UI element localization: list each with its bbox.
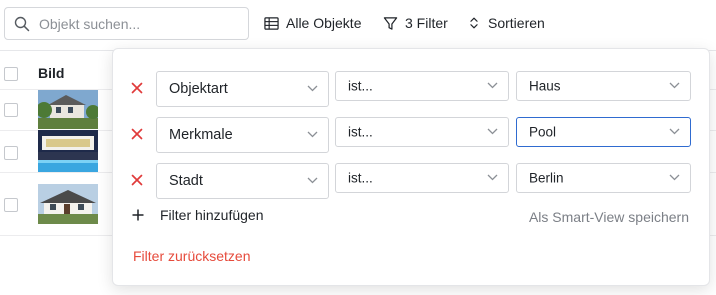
- all-objects-button[interactable]: Alle Objekte: [264, 11, 361, 35]
- chevron-down-icon: [487, 128, 498, 135]
- house-photo: [38, 90, 98, 129]
- table-icon: [264, 16, 279, 30]
- sort-icon: [470, 17, 478, 29]
- search-input[interactable]: [39, 9, 239, 38]
- filter-row: Objektart ist... Haus: [113, 71, 711, 107]
- filter-operator-select[interactable]: ist...: [335, 163, 509, 193]
- chevron-down-icon: [669, 82, 680, 89]
- filter-label: 3 Filter: [405, 15, 448, 31]
- chevron-down-icon: [307, 85, 318, 92]
- close-icon[interactable]: [130, 81, 144, 95]
- pool-house-photo: [38, 130, 98, 172]
- filter-value: Haus: [529, 78, 561, 94]
- search-box[interactable]: [4, 7, 249, 40]
- add-filter-button[interactable]: Filter hinzufügen: [131, 207, 264, 223]
- sort-label: Sortieren: [488, 15, 545, 31]
- filter-operator-select[interactable]: ist...: [335, 71, 509, 101]
- filter-field-select[interactable]: Stadt: [156, 163, 329, 199]
- row-checkbox[interactable]: [4, 198, 18, 212]
- save-smart-view-link[interactable]: Als Smart-View speichern: [529, 209, 689, 225]
- plus-icon: [132, 209, 144, 221]
- filter-field-value: Stadt: [169, 173, 203, 189]
- sort-button[interactable]: Sortieren: [467, 11, 545, 35]
- filter-value: Berlin: [529, 170, 564, 186]
- filter-button[interactable]: 3 Filter: [383, 11, 448, 35]
- filter-operator-value: ist...: [348, 170, 373, 186]
- filter-operator-value: ist...: [348, 78, 373, 94]
- close-icon[interactable]: [130, 127, 144, 141]
- filter-value: Pool: [529, 124, 557, 140]
- filter-row: Merkmale ist... Pool: [113, 117, 711, 153]
- select-all-checkbox[interactable]: [4, 67, 18, 81]
- filter-row: Stadt ist... Berlin: [113, 163, 711, 199]
- filter-field-value: Objektart: [169, 81, 228, 97]
- row-checkbox[interactable]: [4, 146, 18, 160]
- filter-field-select[interactable]: Merkmale: [156, 117, 329, 153]
- chevron-down-icon: [487, 174, 498, 181]
- filter-popover: Objektart ist... Haus Merkmale ist... Po…: [112, 48, 710, 286]
- add-filter-label: Filter hinzufügen: [160, 207, 264, 223]
- filter-field-select[interactable]: Objektart: [156, 71, 329, 107]
- search-icon: [14, 16, 30, 32]
- chevron-down-icon: [307, 131, 318, 138]
- filter-funnel-icon: [383, 16, 398, 30]
- column-header-image: Bild: [38, 65, 65, 81]
- close-icon[interactable]: [130, 173, 144, 187]
- filter-operator-value: ist...: [348, 124, 373, 140]
- reset-filters-link[interactable]: Filter zurücksetzen: [133, 248, 250, 264]
- chevron-down-icon: [669, 174, 680, 181]
- filter-value-select[interactable]: Haus: [516, 71, 691, 101]
- all-objects-label: Alle Objekte: [286, 15, 362, 31]
- white-house-photo: [38, 184, 98, 224]
- chevron-down-icon: [487, 82, 498, 89]
- chevron-down-icon: [307, 177, 318, 184]
- filter-value-select[interactable]: Pool: [516, 117, 691, 147]
- chevron-down-icon: [669, 128, 680, 135]
- filter-value-select[interactable]: Berlin: [516, 163, 691, 193]
- row-checkbox[interactable]: [4, 103, 18, 117]
- filter-operator-select[interactable]: ist...: [335, 117, 509, 147]
- filter-field-value: Merkmale: [169, 127, 233, 143]
